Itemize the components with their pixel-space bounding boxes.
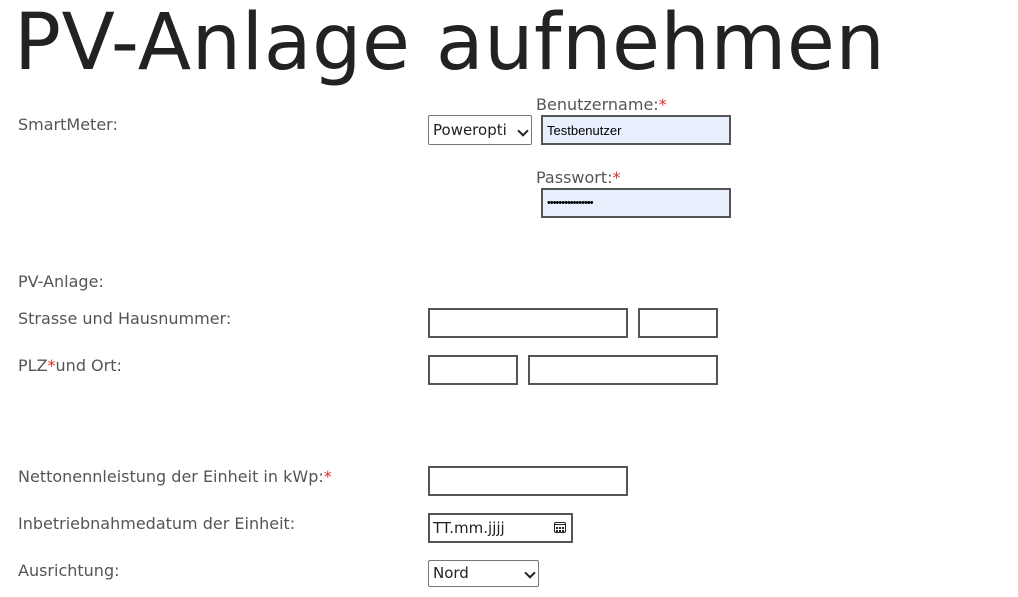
required-marker: * <box>47 356 56 375</box>
commissioning-date-input[interactable]: TT.mm.jjjj <box>428 513 573 543</box>
required-marker: * <box>658 95 667 114</box>
house-number-input[interactable] <box>638 308 718 338</box>
pv-section-label: PV-Anlage: <box>18 272 104 291</box>
chevron-down-icon <box>524 567 536 579</box>
smartmeter-selected-value: Poweropti <box>433 121 507 139</box>
power-input[interactable] <box>428 466 628 496</box>
date-placeholder: TT.mm.jjjj <box>433 519 505 537</box>
chevron-down-icon <box>517 125 529 137</box>
username-input[interactable] <box>541 115 731 145</box>
smartmeter-select[interactable]: Poweropti <box>428 115 532 145</box>
password-input[interactable] <box>541 188 731 218</box>
orientation-selected-value: Nord <box>433 564 469 582</box>
street-label: Strasse und Hausnummer: <box>18 309 232 328</box>
password-label: Passwort:* <box>536 168 621 187</box>
ort-input[interactable] <box>528 355 718 385</box>
street-input[interactable] <box>428 308 628 338</box>
page-title: PV-Anlage aufnehmen <box>14 0 886 88</box>
smartmeter-label: SmartMeter: <box>18 115 118 134</box>
plz-ort-label: PLZ*und Ort: <box>18 356 122 375</box>
orientation-select[interactable]: Nord <box>428 560 539 587</box>
date-label: Inbetriebnahmedatum der Einheit: <box>18 514 296 533</box>
pv-form-page: PV-Anlage aufnehmen SmartMeter: Poweropt… <box>0 0 1018 597</box>
username-label: Benutzername:* <box>536 95 667 114</box>
calendar-icon[interactable] <box>554 522 566 533</box>
required-marker: * <box>323 467 332 486</box>
required-marker: * <box>612 168 621 187</box>
orientation-label: Ausrichtung: <box>18 561 120 580</box>
power-label: Nettonennleistung der Einheit in kWp:* <box>18 467 332 486</box>
plz-input[interactable] <box>428 355 518 385</box>
